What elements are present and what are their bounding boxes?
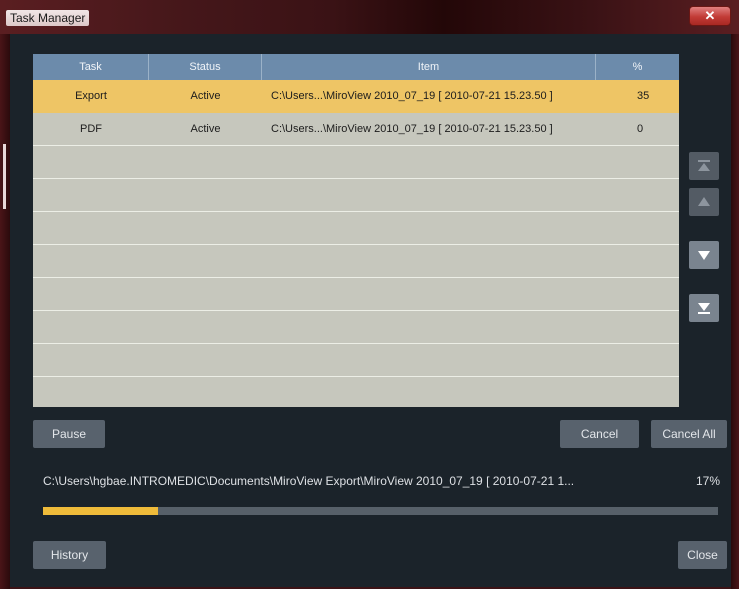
task-cell: PDF (80, 123, 102, 135)
current-task-percent: 17% (695, 474, 720, 488)
move-to-top-button[interactable] (689, 152, 719, 180)
empty-row (33, 278, 679, 311)
move-down-button[interactable] (689, 241, 719, 269)
progress-bar-fill (43, 507, 158, 515)
column-header-percent[interactable]: % (596, 54, 679, 80)
item-cell: C:\Users...\MiroView 2010_07_19 [ 2010-0… (271, 123, 553, 135)
percent-cell: 35 (637, 90, 650, 102)
window-title: Task Manager (6, 10, 90, 26)
border-highlight (3, 144, 6, 209)
empty-row (33, 344, 679, 377)
move-to-top-icon (698, 160, 710, 171)
cancel-button[interactable]: Cancel (560, 420, 639, 448)
progress-bar (43, 507, 718, 515)
table-row[interactable]: PDF Active C:\Users...\MiroView 2010_07_… (33, 113, 679, 146)
close-icon: ✕ (704, 8, 716, 23)
column-header-status[interactable]: Status (149, 54, 262, 80)
move-to-bottom-icon (698, 303, 710, 314)
move-to-bottom-button[interactable] (689, 294, 719, 322)
history-button[interactable]: History (33, 541, 106, 569)
item-cell: C:\Users...\MiroView 2010_07_19 [ 2010-0… (271, 90, 553, 102)
close-button[interactable]: Close (678, 541, 727, 569)
status-cell: Active (190, 123, 221, 135)
window-left-border (0, 34, 10, 589)
status-cell: Active (190, 90, 221, 102)
grid-header: Task Status Item % (33, 54, 679, 80)
empty-row (33, 311, 679, 344)
task-cell: Export (75, 90, 107, 102)
column-header-task[interactable]: Task (33, 54, 149, 80)
column-header-item[interactable]: Item (262, 54, 596, 80)
empty-row (33, 212, 679, 245)
table-row[interactable]: Export Active C:\Users...\MiroView 2010_… (33, 80, 679, 113)
window-close-button[interactable]: ✕ (689, 6, 731, 26)
percent-cell: 0 (637, 123, 644, 135)
empty-row (33, 146, 679, 179)
move-down-icon (698, 251, 710, 260)
pause-button[interactable]: Pause (33, 420, 105, 448)
task-grid: Task Status Item % Export Active C:\User… (33, 54, 679, 407)
empty-row (33, 179, 679, 212)
current-task-path: C:\Users\hgbae.INTROMEDIC\Documents\Miro… (43, 474, 575, 488)
cancel-all-button[interactable]: Cancel All (651, 420, 727, 448)
task-manager-window: Task Manager ✕ Task Status Item % Export… (0, 0, 739, 589)
window-right-border (731, 34, 739, 589)
title-bar[interactable]: Task Manager ✕ (0, 0, 739, 34)
empty-row (33, 245, 679, 278)
move-up-button[interactable] (689, 188, 719, 216)
move-up-icon (698, 197, 710, 206)
empty-row (33, 377, 679, 407)
